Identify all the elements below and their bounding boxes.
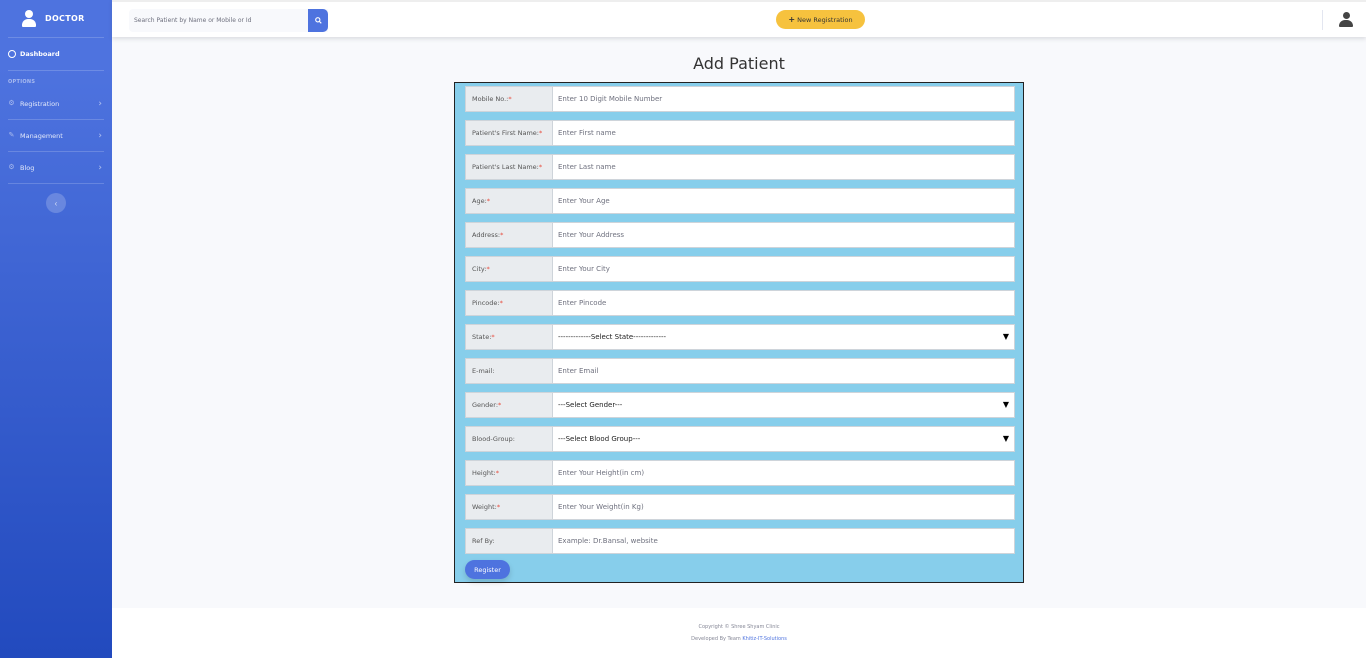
chevron-right-icon: › <box>98 98 102 109</box>
sidebar-item-label: Blog <box>20 163 35 172</box>
field-label: Address:* <box>465 222 552 248</box>
sidebar-item-label: Dashboard <box>20 50 60 58</box>
form-row-email: E-mail: Enter Email <box>465 358 1015 384</box>
new-registration-label: New Registration <box>797 15 853 24</box>
field-label: Gender:* <box>465 392 552 418</box>
field-label: State:* <box>465 324 552 350</box>
sidebar-item-dashboard[interactable]: Dashboard <box>0 38 112 70</box>
chevron-right-icon: › <box>98 162 102 173</box>
add-patient-form: Mobile No.:* Enter 10 Digit Mobile Numbe… <box>454 82 1024 583</box>
developed-by-text: Developed By Team Khitiz-IT-Solutions <box>112 636 1366 642</box>
field-label: Age:* <box>465 188 552 214</box>
form-row-age: Age:* Enter Your Age <box>465 188 1015 214</box>
search-button[interactable] <box>308 9 328 32</box>
brand-text: DOCTOR <box>45 14 85 23</box>
sidebar-toggle-button[interactable]: ‹ <box>46 193 66 213</box>
wrench-icon: ✎ <box>8 131 15 139</box>
form-row-mobile: Mobile No.:* Enter 10 Digit Mobile Numbe… <box>465 86 1015 112</box>
form-row-pincode: Pincode:* Enter Pincode <box>465 290 1015 316</box>
ref-by-input[interactable]: Example: Dr.Bansal, website <box>552 528 1015 554</box>
topbar: Search Patient by Name or Mobile or Id +… <box>112 0 1366 37</box>
topbar-divider <box>1322 10 1323 30</box>
caret-down-icon: ▼ <box>1002 400 1009 409</box>
register-button[interactable]: Register <box>465 560 510 579</box>
search-icon <box>314 17 322 24</box>
caret-down-icon: ▼ <box>1002 332 1009 341</box>
sidebar: DOCTOR Dashboard OPTIONS ⚙ Registration … <box>0 0 112 658</box>
field-label: Blood-Group: <box>465 426 552 452</box>
field-label: Height:* <box>465 460 552 486</box>
new-registration-button[interactable]: + New Registration <box>776 10 865 29</box>
address-input[interactable]: Enter Your Address <box>552 222 1015 248</box>
sidebar-divider <box>8 183 104 184</box>
field-label: City:* <box>465 256 552 282</box>
sidebar-item-registration[interactable]: ⚙ Registration › <box>0 88 112 119</box>
developed-by-label: Developed By Team <box>691 636 741 642</box>
form-row-state: State:* -------------Select State-------… <box>465 324 1015 350</box>
gender-select-value: ---Select Gender--- <box>558 401 623 409</box>
form-row-address: Address:* Enter Your Address <box>465 222 1015 248</box>
sidebar-heading: OPTIONS <box>8 79 36 85</box>
sidebar-item-management[interactable]: ✎ Management › <box>0 120 112 151</box>
blood-group-select[interactable]: ---Select Blood Group--- ▼ <box>552 426 1015 452</box>
blood-group-select-value: ---Select Blood Group--- <box>558 435 641 443</box>
page-title: Add Patient <box>693 54 785 73</box>
sidebar-brand[interactable]: DOCTOR <box>0 0 112 37</box>
last-name-input[interactable]: Enter Last name <box>552 154 1015 180</box>
chevron-left-icon: ‹ <box>54 198 58 208</box>
doctor-icon <box>22 9 36 28</box>
user-icon[interactable] <box>1339 12 1353 28</box>
field-label: Mobile No.:* <box>465 86 552 112</box>
chevron-right-icon: › <box>98 130 102 141</box>
plus-icon: + <box>788 15 796 24</box>
gear-icon: ⚙ <box>8 99 15 107</box>
pincode-input[interactable]: Enter Pincode <box>552 290 1015 316</box>
field-label: Ref By: <box>465 528 552 554</box>
form-row-blood-group: Blood-Group: ---Select Blood Group--- ▼ <box>465 426 1015 452</box>
height-input[interactable]: Enter Your Height(in cm) <box>552 460 1015 486</box>
first-name-input[interactable]: Enter First name <box>552 120 1015 146</box>
form-row-city: City:* Enter Your City <box>465 256 1015 282</box>
form-row-weight: Weight:* Enter Your Weight(in Kg) <box>465 494 1015 520</box>
gender-select[interactable]: ---Select Gender--- ▼ <box>552 392 1015 418</box>
developer-link[interactable]: Khitiz-IT-Solutions <box>742 636 786 642</box>
field-label: Patient's Last Name:* <box>465 154 552 180</box>
sidebar-item-label: Management <box>20 131 63 140</box>
mobile-input[interactable]: Enter 10 Digit Mobile Number <box>552 86 1015 112</box>
field-label: Pincode:* <box>465 290 552 316</box>
sidebar-item-blog[interactable]: ⚙ Blog › <box>0 152 112 183</box>
city-input[interactable]: Enter Your City <box>552 256 1015 282</box>
age-input[interactable]: Enter Your Age <box>552 188 1015 214</box>
form-row-height: Height:* Enter Your Height(in cm) <box>465 460 1015 486</box>
form-row-last-name: Patient's Last Name:* Enter Last name <box>465 154 1015 180</box>
sidebar-item-label: Registration <box>20 99 60 108</box>
form-row-gender: Gender:* ---Select Gender--- ▼ <box>465 392 1015 418</box>
weight-input[interactable]: Enter Your Weight(in Kg) <box>552 494 1015 520</box>
form-row-first-name: Patient's First Name:* Enter First name <box>465 120 1015 146</box>
field-label: Weight:* <box>465 494 552 520</box>
gear-icon: ⚙ <box>8 163 15 171</box>
state-select-value: -------------Select State------------- <box>558 333 667 341</box>
field-label: E-mail: <box>465 358 552 384</box>
copyright-text: Copyright © Shree Shyam Clinic <box>698 624 780 630</box>
state-select[interactable]: -------------Select State------------- ▼ <box>552 324 1015 350</box>
tachometer-icon <box>8 50 16 58</box>
caret-down-icon: ▼ <box>1002 434 1009 443</box>
form-row-ref-by: Ref By: Example: Dr.Bansal, website <box>465 528 1015 554</box>
email-input[interactable]: Enter Email <box>552 358 1015 384</box>
search-input[interactable]: Search Patient by Name or Mobile or Id <box>129 9 328 32</box>
field-label: Patient's First Name:* <box>465 120 552 146</box>
footer: Copyright © Shree Shyam Clinic Developed… <box>112 608 1366 658</box>
